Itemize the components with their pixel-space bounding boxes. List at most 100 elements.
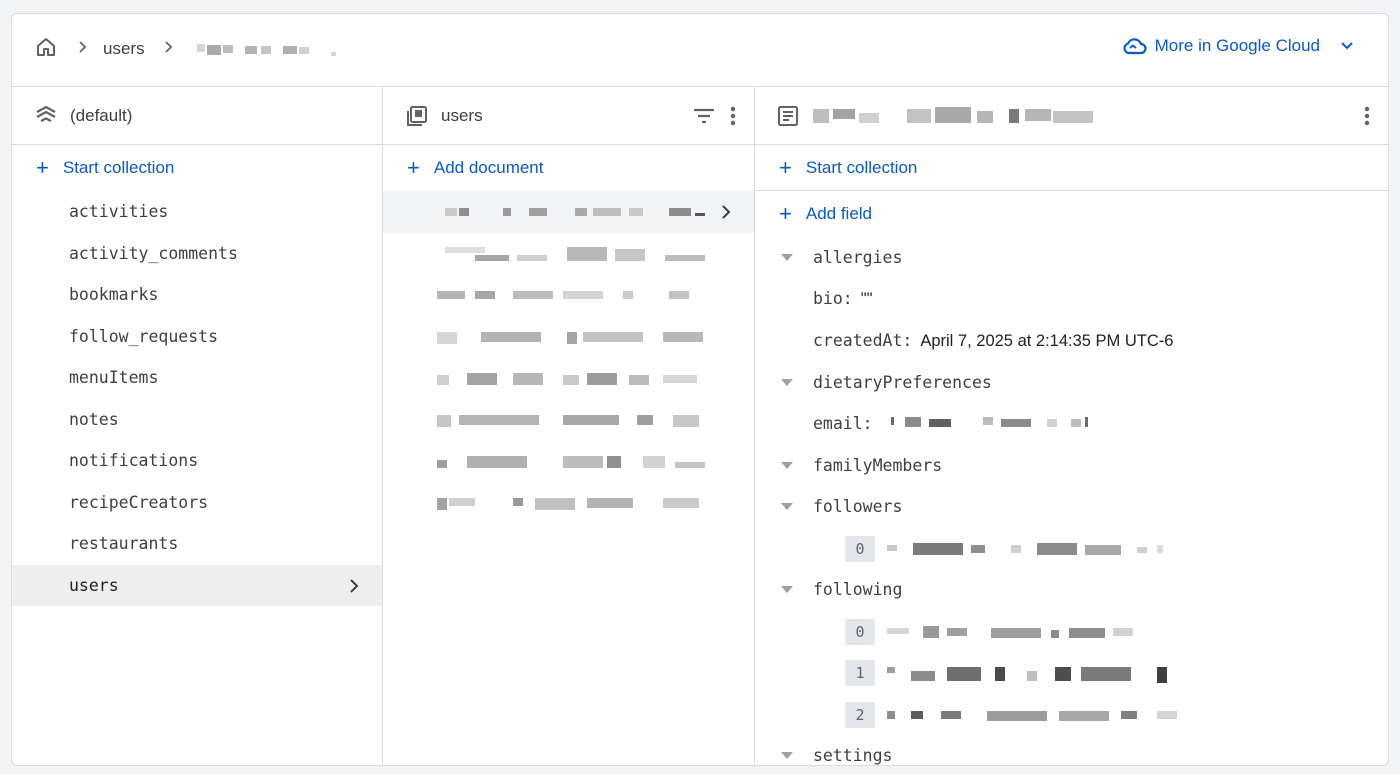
database-panel-header: (default) — [12, 87, 382, 145]
add-document-button[interactable]: + Add document — [383, 145, 754, 191]
collection-panel-header: users — [383, 87, 754, 145]
array-item-following-0[interactable]: 0 — [755, 611, 1388, 653]
redacted-array-value — [887, 542, 1163, 555]
redacted-array-value — [887, 625, 1133, 638]
redacted-document-id — [445, 208, 705, 216]
breadcrumb-document-id-redacted[interactable] — [195, 42, 340, 58]
add-field-button[interactable]: + Add field — [755, 191, 1388, 237]
field-key: following — [813, 580, 903, 600]
database-panel: (default) + Start collection activities … — [12, 87, 383, 765]
redacted-document-id — [437, 456, 705, 468]
array-item-following-1[interactable]: 1 — [755, 652, 1388, 694]
breadcrumb-users[interactable]: users — [103, 39, 145, 59]
field-familyMembers[interactable]: familyMembers — [755, 445, 1388, 487]
expand-triangle-icon[interactable] — [781, 752, 793, 759]
document-row[interactable] — [383, 316, 754, 358]
start-collection-label: Start collection — [805, 157, 918, 177]
collection-label: users — [69, 575, 119, 595]
field-followers[interactable]: followers — [755, 486, 1388, 528]
document-row[interactable] — [383, 440, 754, 482]
document-icon — [778, 105, 798, 126]
document-row[interactable] — [383, 274, 754, 316]
document-panel: + Start collection + Add field allergies… — [755, 87, 1388, 765]
start-collection-button[interactable]: + Start collection — [12, 145, 382, 191]
array-item-followers-0[interactable]: 0 — [755, 528, 1388, 570]
array-index-badge: 0 — [845, 618, 875, 645]
document-row-selected[interactable] — [383, 191, 754, 233]
collection-item-users-selected[interactable]: users — [12, 564, 382, 606]
breadcrumb-bar: users More in Google Cloud — [12, 14, 1388, 87]
document-row[interactable] — [383, 357, 754, 399]
add-document-label: Add document — [433, 158, 544, 177]
redacted-document-id — [437, 414, 699, 427]
home-icon[interactable] — [34, 35, 58, 59]
start-collection-label: Start collection — [62, 158, 175, 177]
redacted-email-value — [891, 417, 1088, 427]
field-key: followers — [813, 497, 903, 517]
more-vert-icon[interactable] — [730, 105, 736, 127]
expand-triangle-icon[interactable] — [781, 503, 793, 510]
field-value: "" — [860, 290, 873, 309]
collection-panel: users + Add document — [383, 87, 755, 765]
database-stack-icon — [36, 105, 56, 122]
field-settings[interactable]: settings — [755, 735, 1388, 765]
field-createdAt[interactable]: createdAt: April 7, 2025 at 2:14:35 PM UT… — [755, 320, 1388, 362]
collection-item[interactable]: bookmarks — [12, 274, 382, 316]
collection-label: follow_requests — [69, 326, 219, 346]
collection-header-actions — [692, 105, 736, 127]
expand-triangle-icon[interactable] — [781, 461, 793, 469]
field-key: createdAt: — [813, 330, 913, 350]
collection-item[interactable]: notes — [12, 399, 382, 441]
document-row[interactable] — [383, 233, 754, 275]
redacted-document-id — [437, 291, 689, 299]
expand-triangle-icon[interactable] — [781, 378, 793, 386]
chevron-right-icon — [79, 41, 87, 53]
more-in-google-cloud-button[interactable]: More in Google Cloud — [1121, 36, 1356, 56]
document-panel-header — [755, 87, 1388, 145]
collection-label: menuItems — [69, 368, 159, 388]
redacted-document-id — [437, 497, 699, 510]
field-email[interactable]: email: — [755, 403, 1388, 445]
collection-item[interactable]: menuItems — [12, 357, 382, 399]
collection-item[interactable]: follow_requests — [12, 316, 382, 358]
expand-triangle-icon[interactable] — [781, 586, 793, 593]
collection-label: activities — [69, 202, 169, 222]
redacted-document-id — [445, 246, 705, 261]
collection-item[interactable]: notifications — [12, 440, 382, 482]
redacted-array-value — [887, 667, 1167, 683]
expand-triangle-icon[interactable] — [781, 254, 793, 261]
collection-item[interactable]: activities — [12, 191, 382, 233]
collection-label: recipeCreators — [69, 492, 209, 512]
plus-icon: + — [407, 155, 420, 180]
plus-icon: + — [36, 155, 49, 180]
field-key: familyMembers — [813, 455, 943, 475]
field-key: allergies — [813, 248, 903, 268]
field-dietaryPreferences[interactable]: dietaryPreferences — [755, 362, 1388, 404]
field-key: email: — [813, 414, 873, 434]
collection-list: activities activity_comments bookmarks f… — [12, 191, 382, 606]
document-row[interactable] — [383, 482, 754, 524]
collection-item[interactable]: activity_comments — [12, 233, 382, 275]
redacted-document-id — [437, 373, 697, 385]
redacted-document-title[interactable] — [813, 105, 1103, 127]
collection-icon — [407, 105, 427, 126]
more-vert-icon[interactable] — [1364, 105, 1370, 127]
plus-icon: + — [779, 154, 792, 180]
field-allergies[interactable]: allergies — [755, 237, 1388, 279]
filter-icon[interactable] — [692, 105, 716, 127]
redacted-array-value — [887, 710, 1177, 721]
document-row[interactable] — [383, 399, 754, 441]
field-key-value: createdAt: April 7, 2025 at 2:14:35 PM UT… — [813, 331, 1173, 351]
database-name: (default) — [70, 105, 133, 125]
collection-item[interactable]: recipeCreators — [12, 482, 382, 524]
start-subcollection-button[interactable]: + Start collection — [755, 145, 1388, 191]
chevron-right-icon — [722, 205, 731, 219]
array-index-badge: 2 — [845, 701, 875, 728]
collection-label: bookmarks — [69, 285, 159, 305]
more-in-google-cloud-label: More in Google Cloud — [1154, 36, 1320, 55]
array-item-following-2[interactable]: 2 — [755, 694, 1388, 736]
collection-item[interactable]: restaurants — [12, 523, 382, 565]
field-key-value: email: — [813, 414, 873, 433]
field-bio[interactable]: bio: "" — [755, 279, 1388, 321]
field-following[interactable]: following — [755, 569, 1388, 611]
